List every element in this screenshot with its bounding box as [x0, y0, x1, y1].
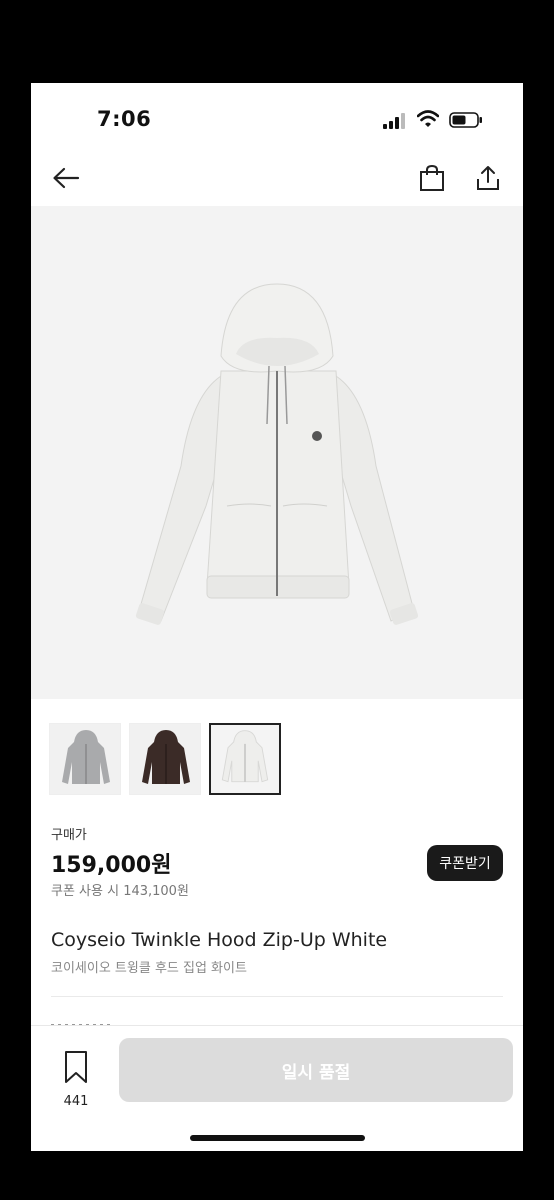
wishlist-count: 441	[63, 1094, 89, 1109]
coupon-price: 쿠폰 사용 시 143,100원	[51, 884, 189, 899]
hoodie-thumbnail-gray	[62, 730, 110, 784]
share-button[interactable]	[471, 161, 505, 195]
product-name-en: Coyseio Twinkle Hood Zip-Up White	[51, 929, 388, 951]
thumbnail-strip	[49, 723, 299, 795]
hoodie-thumbnail-white	[221, 730, 269, 783]
shopping-bag-icon	[420, 164, 444, 191]
section-divider	[51, 996, 503, 997]
status-time: 7:06	[97, 107, 152, 131]
phone-screen: 7:06 구매가 159,000원 쿠폰 사용 시 143,100원 쿠폰받기 …	[31, 83, 523, 1151]
thumbnail-brown[interactable]	[129, 723, 201, 795]
share-icon	[477, 166, 499, 190]
cart-button[interactable]	[415, 161, 449, 195]
status-bar: 7:06	[31, 83, 523, 143]
top-nav-bar	[31, 153, 523, 205]
bookmark-icon	[65, 1051, 87, 1083]
thumbnail-gray[interactable]	[49, 723, 121, 795]
get-coupon-button[interactable]: 쿠폰받기	[427, 845, 503, 881]
hoodie-thumbnail-brown	[142, 730, 190, 784]
hoodie-illustration	[135, 283, 419, 625]
product-name-ko: 코이세이오 트윙클 후드 집업 화이트	[51, 961, 247, 976]
price: 159,000원	[51, 853, 172, 878]
back-button[interactable]	[49, 161, 83, 195]
home-indicator	[190, 1135, 365, 1141]
cellular-signal-icon	[383, 113, 407, 129]
bottom-action-bar: 441 일시 품절	[31, 1025, 523, 1151]
battery-icon	[449, 112, 482, 128]
product-image[interactable]	[31, 206, 523, 699]
price-label: 구매가	[51, 828, 87, 843]
thumbnail-white[interactable]	[209, 723, 281, 795]
wifi-icon	[417, 110, 439, 127]
wishlist-button[interactable]: 441	[49, 1046, 103, 1109]
back-arrow-icon	[53, 167, 80, 189]
buy-button-disabled[interactable]: 일시 품절	[119, 1038, 513, 1102]
